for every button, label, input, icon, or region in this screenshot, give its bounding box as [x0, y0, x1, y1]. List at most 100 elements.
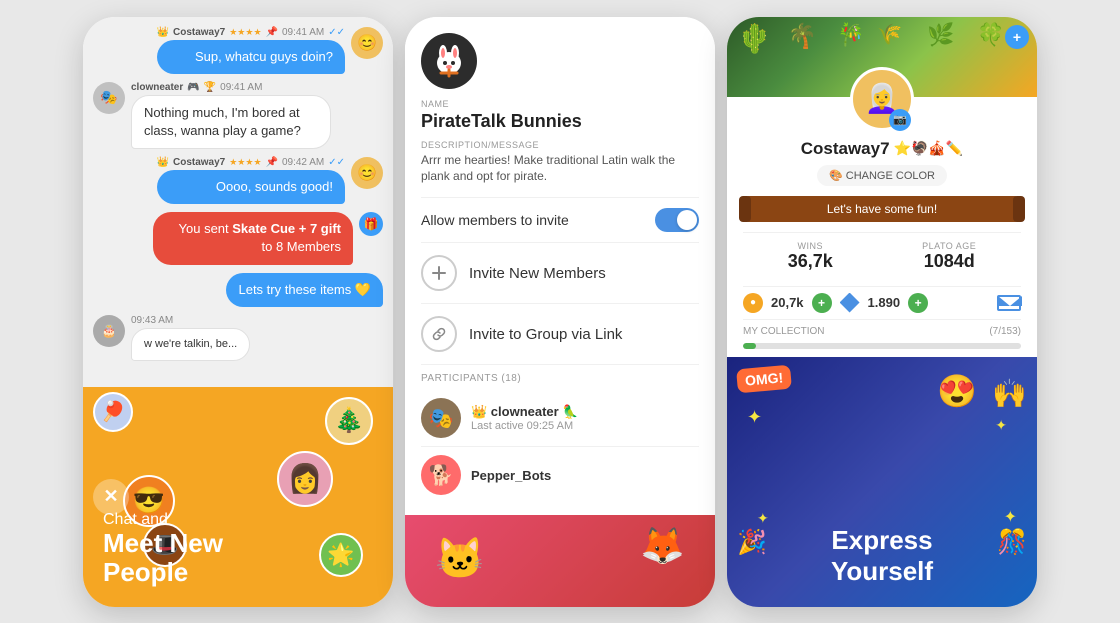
close-button[interactable]: ✕ — [93, 479, 129, 515]
msg-time: 09:43 AM — [131, 315, 173, 326]
banner-text: Let's have some fun! — [827, 202, 937, 216]
participants-header: PARTICIPANTS (18) — [421, 364, 699, 390]
chat-promo-text: Chat and Meet New People — [103, 511, 223, 586]
sender-name: Costaway7 — [173, 27, 225, 38]
msg-time: 09:41 AM — [282, 27, 324, 38]
msg-time: 09:41 AM — [220, 82, 262, 93]
coin-add-button[interactable]: + — [812, 293, 832, 313]
avatar: 🎁 — [359, 212, 383, 236]
camera-badge[interactable]: 📷 — [889, 109, 911, 131]
phone1-content: 👑 Costaway7 ★★★★ 📌 09:41 AM ✓✓ Sup, what… — [83, 17, 393, 607]
promo-line2: Yourself — [727, 556, 1037, 587]
sticker-cat: 🐱 — [435, 535, 485, 582]
group-header: NAME PirateTalk Bunnies DESCRIPTION/MESS… — [405, 17, 715, 516]
promo-line1: Express — [727, 525, 1037, 556]
sender-name: Costaway7 — [173, 157, 225, 168]
stars: ★★★★ — [229, 27, 261, 38]
add-icon-circle — [421, 255, 457, 291]
allow-members-label: Allow members to invite — [421, 212, 569, 228]
coin-value: 20,7k — [771, 295, 804, 310]
avatar: 😊 — [351, 27, 383, 59]
invite-new-label: Invite New Members — [469, 265, 606, 282]
gift-message-row: You sent Skate Cue + 7 gift to 8 Members… — [93, 212, 383, 264]
message-row: 🎂 09:43 AM w we're talkin, be... — [93, 315, 383, 361]
avatar: 🎭 — [93, 82, 125, 114]
scroll-banner: Let's have some fun! — [743, 196, 1021, 222]
chat-messages[interactable]: 👑 Costaway7 ★★★★ 📌 09:41 AM ✓✓ Sup, what… — [83, 17, 393, 387]
star-br: ✦ — [1004, 507, 1017, 527]
gem-add-button[interactable]: + — [908, 293, 928, 313]
star-tr: ✦ — [995, 417, 1007, 434]
change-color-label: 🎨 CHANGE COLOR — [829, 169, 935, 182]
change-color-button[interactable]: 🎨 CHANGE COLOR — [817, 165, 947, 186]
plus-button[interactable]: + — [1005, 25, 1029, 49]
group-name-label: NAME — [421, 99, 699, 109]
collection-count: (7/153) — [989, 326, 1021, 337]
coin-icon: ● — [743, 293, 763, 313]
phone3-bottom: OMG! 😍 🙌 🎉 🎊 ✦ ✦ ✦ ✦ Express Yourself — [727, 357, 1037, 607]
allow-members-row: Allow members to invite — [421, 197, 699, 242]
crown-icon: 👑 — [157, 27, 169, 38]
phone2-bottom: 🐱 🦊 ❤️ 💪 Create Group Chats — [405, 515, 715, 606]
toggle-knob — [677, 210, 697, 230]
avatar: 🎂 — [93, 315, 125, 347]
phone-3: 🌵 🌴 🎋 🌾 🌿 🍀 + 👩‍🦳 📷 Costaway7 ⭐🦃🎪✏️ — [727, 17, 1037, 607]
invite-link-label: Invite to Group via Link — [469, 326, 622, 343]
banner-deco6: 🍀 — [977, 22, 1004, 48]
gem-value: 1.890 — [868, 295, 901, 310]
participant-row: 🎭 👑 clowneater 🦜 Last active 09:25 AM — [421, 390, 699, 446]
group-description: Arrr me hearties! Make traditional Latin… — [421, 152, 699, 186]
avatar: 👩 — [277, 451, 333, 507]
parrot-icon: 🦜 — [562, 404, 578, 419]
link-icon-circle — [421, 316, 457, 352]
invite-new-members-row[interactable]: Invite New Members — [421, 242, 699, 303]
currency-row: ● 20,7k + 1.890 + — [743, 286, 1021, 319]
gift-bubble: You sent Skate Cue + 7 gift to 8 Members — [153, 212, 353, 264]
sticker-fox: 🦊 — [640, 525, 685, 567]
participant-info-2: Pepper_Bots — [471, 468, 551, 483]
collection-row: MY COLLECTION (7/153) — [743, 319, 1021, 343]
message-bubble: Nothing much, I'm bored at class, wanna … — [131, 95, 331, 149]
pin-icon: 📌 — [266, 27, 278, 38]
banner-deco: 🌵 — [737, 22, 772, 55]
stars: ★★★★ — [229, 157, 261, 168]
progress-fill — [743, 343, 756, 349]
profile-name-row: Costaway7 ⭐🦃🎪✏️ — [743, 139, 1021, 159]
collection-label: MY COLLECTION — [743, 326, 825, 337]
icon1: 🎮 — [187, 82, 199, 93]
sender-name: clowneater — [131, 82, 183, 93]
chat-bottom: ✕ 😎 🎩 👩 🌟 🎄 🏓 Chat and Meet New People — [83, 387, 393, 607]
avatar: 😊 — [351, 157, 383, 189]
message-bubble: Lets try these items 💛 — [226, 273, 383, 307]
message-row: 👑 Costaway7 ★★★★ 📌 09:42 AM ✓✓ Oooo, sou… — [93, 157, 383, 204]
wins-label: WINS — [788, 241, 833, 251]
participant-name-2: Pepper_Bots — [471, 468, 551, 483]
gem-icon — [840, 293, 860, 313]
invite-link-row[interactable]: Invite to Group via Link — [421, 303, 699, 364]
profile-icons: ⭐🦃🎪✏️ — [894, 140, 964, 157]
message-row: 🎭 clowneater 🎮 🏆 09:41 AM Nothing much, … — [93, 82, 383, 149]
banner-deco2: 🌴 — [787, 22, 817, 51]
participant-avatar-2: 🐕 — [421, 455, 461, 495]
message-row: Lets try these items 💛 — [93, 273, 383, 307]
phone3-promo-text: Express Yourself — [727, 525, 1037, 587]
message-row: 👑 Costaway7 ★★★★ 📌 09:41 AM ✓✓ Sup, what… — [93, 27, 383, 74]
crown-icon: 👑 — [471, 404, 487, 419]
profile-avatar-wrap: 👩‍🦳 📷 — [743, 67, 1021, 131]
stat-wins: WINS 36,7k — [788, 241, 833, 272]
stats-row: WINS 36,7k PLATO AGE 1084d — [743, 232, 1021, 280]
username: Costaway7 — [801, 139, 890, 159]
participant-row-2: 🐕 Pepper_Bots — [421, 447, 699, 503]
msg-time: 09:42 AM — [282, 157, 324, 168]
stat-age: PLATO AGE 1084d — [922, 241, 976, 272]
mail-icon[interactable] — [997, 295, 1021, 311]
group-name: PirateTalk Bunnies — [421, 111, 699, 132]
hands-emoji: 🙌 — [992, 377, 1027, 410]
collection-progress-bar — [743, 343, 1021, 349]
age-value: 1084d — [922, 251, 976, 272]
allow-members-toggle[interactable] — [655, 208, 699, 232]
phone2-content: NAME PirateTalk Bunnies DESCRIPTION/MESS… — [405, 17, 715, 607]
avatar: 🌟 — [319, 533, 363, 577]
love-emoji: 😍 — [937, 372, 977, 410]
message-bubble: w we're talkin, be... — [131, 328, 250, 361]
